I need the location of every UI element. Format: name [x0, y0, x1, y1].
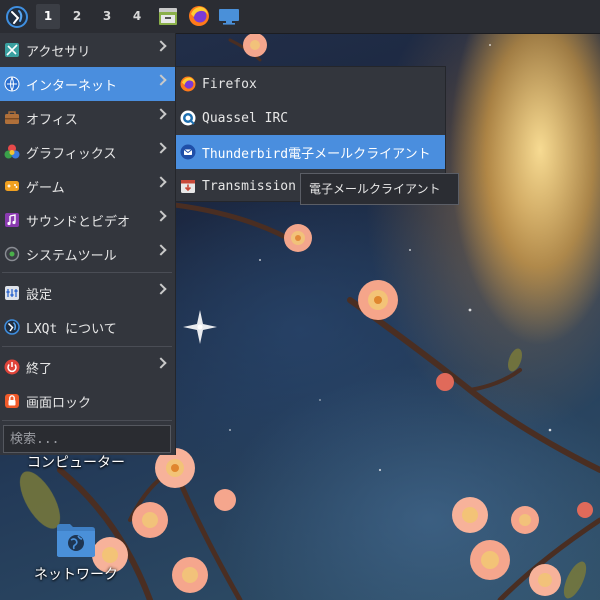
system-tools-icon [4, 246, 20, 262]
menu-item-label: ゲーム [26, 180, 65, 196]
transmission-icon [180, 178, 196, 194]
file-manager-icon [158, 7, 178, 26]
menu-item-label: 設定 [26, 287, 53, 303]
multimedia-icon [4, 212, 20, 228]
workspace-3-button[interactable]: 3 [95, 4, 119, 29]
file-manager-launcher[interactable] [156, 4, 180, 29]
menu-item-system-tools[interactable]: システムツール [0, 237, 175, 271]
menu-separator [2, 346, 172, 347]
quassel-icon [180, 110, 196, 126]
lxqt-about-icon [4, 319, 20, 335]
menu-item-label: LXQt について [26, 321, 117, 337]
menu-item-label: 終了 [26, 361, 53, 377]
chevron-right-icon [155, 210, 167, 222]
games-icon [4, 178, 20, 194]
workspace-2-button[interactable]: 2 [65, 4, 89, 29]
menu-item-label: オフィス [26, 112, 78, 128]
menu-item-settings[interactable]: 設定 [0, 276, 175, 310]
submenu-item-label: Firefox [202, 76, 257, 92]
menu-item-label: システムツール [26, 248, 117, 264]
application-menu: アクセサリ インターネット オフィス グラフィックス ゲーム サウンドとビデオ … [0, 33, 176, 455]
workspace-1-button[interactable]: 1 [36, 4, 60, 29]
menu-item-label: グラフィックス [26, 146, 117, 162]
menu-item-graphics[interactable]: グラフィックス [0, 135, 175, 169]
accessories-icon [4, 42, 20, 58]
submenu-item-firefox[interactable]: Firefox [176, 67, 445, 101]
chevron-right-icon [155, 176, 167, 188]
graphics-icon [4, 144, 20, 160]
menu-separator [2, 420, 172, 421]
menu-item-lock-screen[interactable]: 画面ロック [0, 384, 175, 418]
show-desktop-icon [218, 8, 240, 25]
chevron-right-icon [155, 40, 167, 52]
submenu-item-quassel[interactable]: Quassel IRC [176, 101, 445, 135]
chevron-right-icon [155, 74, 167, 86]
tooltip: 電子メールクライアント [300, 173, 459, 205]
taskbar-panel: 1 2 3 4 [0, 0, 600, 34]
menu-item-about-lxqt[interactable]: LXQt について [0, 310, 175, 344]
chevron-right-icon [155, 283, 167, 295]
internet-icon [4, 76, 20, 92]
firefox-launcher[interactable] [186, 4, 212, 29]
workspace-4-button[interactable]: 4 [125, 4, 149, 29]
lock-icon [4, 393, 20, 409]
menu-item-office[interactable]: オフィス [0, 101, 175, 135]
submenu-item-label: Thunderbird電子メールクライアント [202, 146, 431, 162]
chevron-right-icon [155, 244, 167, 256]
menu-separator [2, 272, 172, 273]
menu-item-accessories[interactable]: アクセサリ [0, 33, 175, 67]
submenu-item-thunderbird[interactable]: Thunderbird電子メールクライアント [176, 135, 445, 169]
chevron-right-icon [155, 142, 167, 154]
lxqt-logo-icon [6, 6, 28, 28]
menu-item-label: 画面ロック [26, 395, 92, 411]
desktop-icon-network[interactable]: ネットワーク [20, 522, 132, 584]
menu-item-label: アクセサリ [26, 44, 91, 60]
menu-item-multimedia[interactable]: サウンドとビデオ [0, 203, 175, 237]
desktop-icon-computer[interactable]: コンピューター [20, 452, 132, 472]
menu-item-games[interactable]: ゲーム [0, 169, 175, 203]
power-icon [4, 359, 20, 375]
chevron-right-icon [155, 108, 167, 120]
settings-icon [4, 285, 20, 301]
desktop-icon-label: コンピューター [27, 455, 125, 471]
office-icon [4, 110, 20, 126]
menu-item-label: サウンドとビデオ [26, 214, 131, 230]
submenu-item-label: Quassel IRC [202, 110, 289, 126]
firefox-icon [188, 5, 210, 27]
thunderbird-icon [180, 144, 196, 160]
network-folder-icon [56, 522, 96, 558]
menu-item-leave[interactable]: 終了 [0, 350, 175, 384]
menu-search-input[interactable] [3, 425, 171, 453]
menu-item-label: インターネット [26, 78, 118, 94]
main-menu-button[interactable] [4, 4, 30, 29]
show-desktop-button[interactable] [216, 4, 242, 29]
menu-item-internet[interactable]: インターネット [0, 67, 175, 101]
firefox-icon [180, 76, 196, 92]
desktop-icon-label: ネットワーク [34, 567, 118, 583]
chevron-right-icon [155, 357, 167, 369]
